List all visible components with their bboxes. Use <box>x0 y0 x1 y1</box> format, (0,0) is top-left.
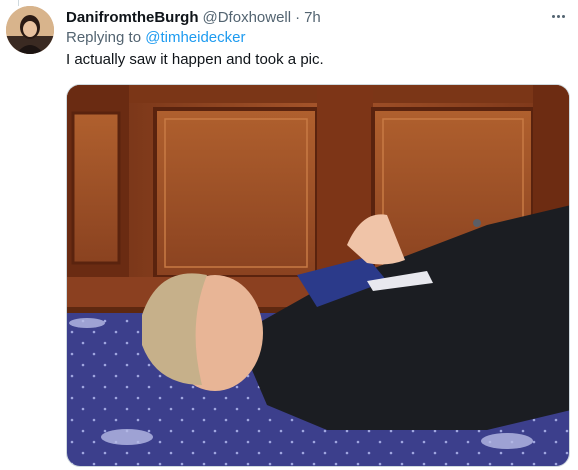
replying-prefix: Replying to <box>66 29 146 46</box>
thread-connector-line <box>18 0 19 6</box>
separator-dot: · <box>295 8 301 26</box>
tweet-header: DanifromtheBurgh @Dfoxhowell · 7h <box>66 7 538 27</box>
avatar[interactable] <box>6 6 54 54</box>
timestamp[interactable]: 7h <box>304 9 321 26</box>
replying-to: Replying to @timheidecker <box>66 29 245 46</box>
tweet-photo[interactable] <box>66 84 570 467</box>
tweet-text: I actually saw it happen and took a pic. <box>66 51 324 68</box>
replying-to-handle[interactable]: @timheidecker <box>145 29 245 46</box>
more-horizontal-icon[interactable] <box>548 8 568 24</box>
user-handle[interactable]: @Dfoxhowell <box>203 9 292 26</box>
display-name[interactable]: DanifromtheBurgh <box>66 9 199 26</box>
tweet[interactable]: DanifromtheBurgh @Dfoxhowell · 7h Replyi… <box>0 0 578 470</box>
